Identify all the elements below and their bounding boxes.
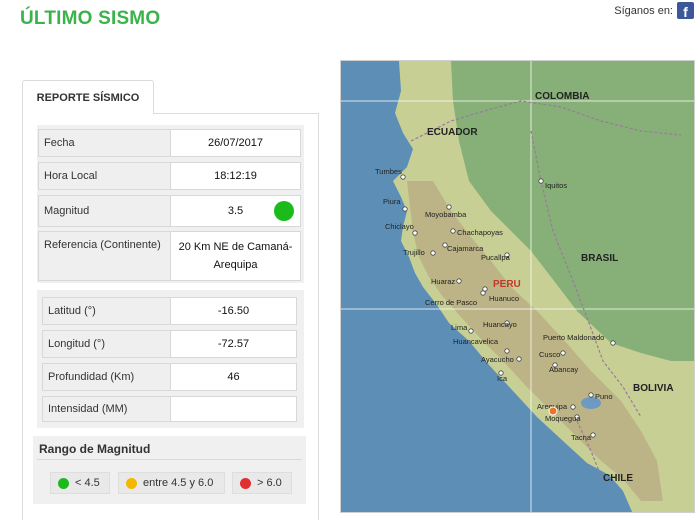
city-marker (412, 230, 418, 236)
hora-row: Hora Local 18:12:19 (38, 162, 301, 190)
country-label: ECUADOR (427, 127, 478, 138)
city-marker (402, 206, 408, 212)
city-label: Abancay (549, 365, 578, 374)
referencia-label: Referencia (Continente) (39, 232, 171, 280)
hora-label: Hora Local (39, 163, 171, 189)
city-label: Ica (497, 374, 508, 383)
range-chip-low: < 4.5 (50, 472, 110, 494)
city-marker (538, 178, 544, 184)
magnitud-label: Magnitud (39, 196, 171, 226)
follow-label: Síganos en: (614, 4, 673, 17)
referencia-line-2: Arequipa (213, 259, 258, 271)
latitud-row: Latitud (°) -16.50 (42, 297, 297, 325)
fecha-label: Fecha (39, 130, 171, 156)
fecha-value: 26/07/2017 (207, 137, 264, 149)
hora-value: 18:12:19 (214, 170, 257, 182)
city-marker (468, 328, 474, 334)
fecha-row: Fecha 26/07/2017 (38, 129, 301, 157)
city-marker (590, 432, 596, 438)
city-label: Lima (451, 323, 468, 332)
magnitud-cell: 3.5 (171, 196, 300, 226)
latitud-label: Latitud (°) (43, 298, 171, 324)
city-label: Tumbes (375, 167, 402, 176)
epicenter-map[interactable]: COLOMBIA ECUADOR BRASIL PERU BOLIVIA CHI… (340, 60, 695, 513)
intensidad-row: Intensidad (MM) (42, 396, 297, 422)
country-label: BRASIL (581, 253, 618, 264)
city-marker (456, 278, 462, 284)
country-label: BOLIVIA (633, 383, 674, 394)
city-label: Huanuco (489, 294, 519, 303)
range-chip-mid: entre 4.5 y 6.0 (118, 472, 225, 494)
city-label: Huaraz (431, 277, 455, 286)
magnitud-value: 3.5 (227, 205, 244, 217)
city-label: Huancayo (483, 320, 517, 329)
range-title: Rango de Magnitud (39, 442, 151, 456)
map-canvas: COLOMBIA ECUADOR BRASIL PERU BOLIVIA CHI… (341, 61, 694, 512)
yellow-dot-icon (126, 477, 137, 489)
divider (37, 459, 302, 460)
city-marker (516, 356, 522, 362)
referencia-row: Referencia (Continente) 20 Km NE de Cama… (38, 231, 301, 281)
epicenter-icon (548, 406, 558, 416)
profundidad-row: Profundidad (Km) 46 (42, 363, 297, 391)
tab-reporte-sismico[interactable]: REPORTE SÍSMICO (22, 80, 154, 114)
city-marker (430, 250, 436, 256)
intensidad-value (171, 397, 296, 421)
city-label: Trujillo (403, 248, 425, 257)
country-label: COLOMBIA (535, 91, 589, 102)
city-label: Ayacucho (481, 355, 514, 364)
facebook-icon[interactable]: f (677, 2, 694, 19)
city-marker (450, 228, 456, 234)
city-label: Iquitos (545, 181, 567, 190)
range-chip-label: > 6.0 (257, 477, 282, 489)
red-dot-icon (240, 477, 251, 489)
city-marker (570, 404, 576, 410)
city-marker (588, 392, 594, 398)
city-label: Cerro de Pasco (425, 298, 477, 307)
green-dot-icon (58, 477, 69, 489)
referencia-line-1: 20 Km NE de Camaná- (178, 241, 293, 253)
city-marker (446, 204, 452, 210)
longitud-value: -72.57 (217, 338, 250, 350)
page-title: ÚLTIMO SISMO (20, 8, 161, 29)
city-label: Chiclayo (385, 222, 414, 231)
city-marker (482, 286, 488, 292)
city-label: Puno (595, 392, 613, 401)
profundidad-label: Profundidad (Km) (43, 364, 171, 390)
city-marker (504, 348, 510, 354)
intensidad-label: Intensidad (MM) (43, 397, 171, 421)
city-label: Chachapoyas (457, 228, 503, 237)
longitud-row: Longitud (°) -72.57 (42, 330, 297, 358)
country-label: PERU (493, 279, 521, 290)
range-chip-label: < 4.5 (75, 477, 100, 489)
city-label: Cusco (539, 350, 560, 359)
city-label: Tacna (571, 433, 592, 442)
city-label: Piura (383, 197, 401, 206)
range-chip-high: > 6.0 (232, 472, 292, 494)
city-label: Cajamarca (447, 244, 484, 253)
city-marker (560, 350, 566, 356)
epicenter-marker[interactable] (548, 406, 558, 416)
social-follow: Síganos en: f (614, 2, 694, 19)
city-marker (610, 340, 616, 346)
city-label: Moquegua (545, 414, 581, 423)
profundidad-value: 46 (227, 371, 240, 383)
country-label: CHILE (603, 473, 633, 484)
range-chip-label: entre 4.5 y 6.0 (143, 477, 214, 489)
city-label: Huancavelica (453, 337, 499, 346)
city-label: Moyobamba (425, 210, 467, 219)
city-label: Puerto Maldonado (543, 333, 604, 342)
longitud-label: Longitud (°) (43, 331, 171, 357)
referencia-value: 20 Km NE de Camaná- Arequipa (171, 232, 300, 280)
magnitud-row: Magnitud 3.5 (38, 195, 301, 227)
city-label: Pucallpa (481, 253, 511, 262)
latitud-value: -16.50 (217, 305, 250, 317)
magnitude-indicator-dot (274, 201, 294, 221)
